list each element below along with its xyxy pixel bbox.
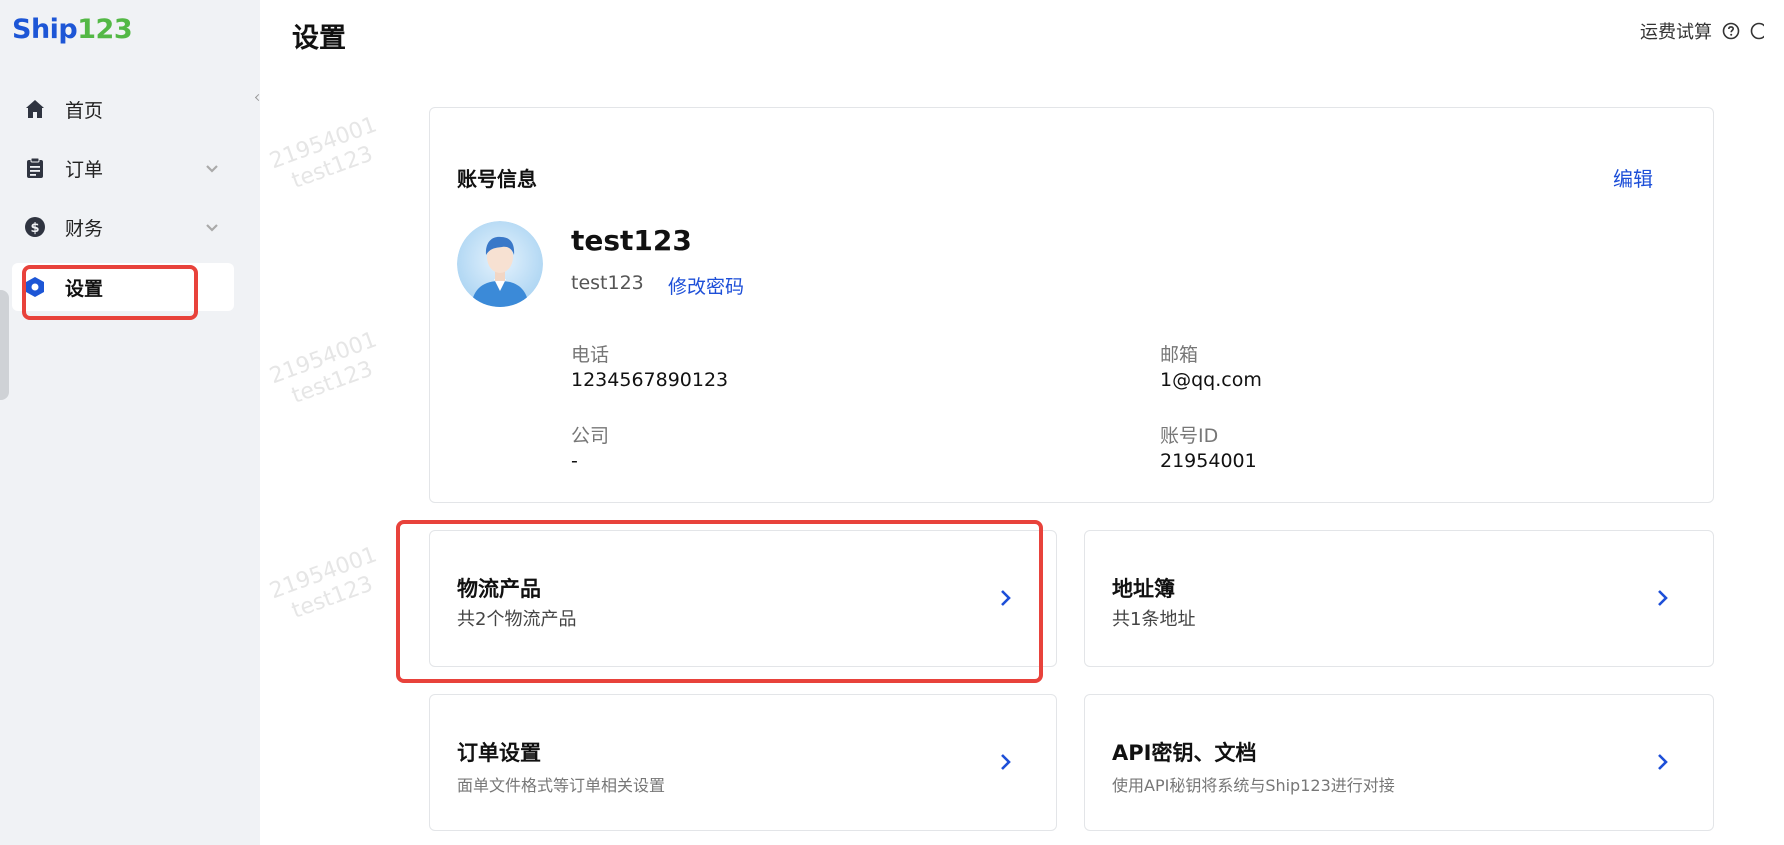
email-label: 邮箱 xyxy=(1160,344,1199,366)
sidebar-item-finance[interactable]: $ 财务 xyxy=(12,203,234,251)
clipboard-icon xyxy=(24,157,46,179)
watermark: 21954001 test123 xyxy=(266,112,389,199)
api-keys-docs-card[interactable]: API密钥、文档 使用API秘钥将系统与Ship123进行对接 xyxy=(1084,694,1714,831)
account-info-title: 账号信息 xyxy=(457,167,537,191)
watermark-id: 21954001 xyxy=(266,327,381,390)
edit-account-link[interactable]: 编辑 xyxy=(1613,163,1653,192)
settings-icon xyxy=(24,276,46,298)
order-settings-desc: 面单文件格式等订单相关设置 xyxy=(457,776,666,795)
order-settings-card[interactable]: 订单设置 面单文件格式等订单相关设置 xyxy=(429,694,1057,831)
ship123-logo[interactable]: Ship123 xyxy=(12,14,133,45)
account-login-name: test123 xyxy=(571,272,644,294)
help-icon[interactable] xyxy=(1722,22,1740,40)
api-keys-docs-title: API密钥、文档 xyxy=(1112,741,1257,765)
account-id-label: 账号ID xyxy=(1160,425,1219,447)
collapse-handle[interactable] xyxy=(0,290,9,400)
company-label: 公司 xyxy=(571,425,610,447)
chevron-down-icon[interactable] xyxy=(202,158,222,178)
sidebar-item-orders[interactable]: 订单 xyxy=(12,144,234,192)
phone-value: 1234567890123 xyxy=(571,369,729,391)
account-id-value: 21954001 xyxy=(1160,450,1257,472)
sidebar-item-label: 设置 xyxy=(65,277,104,300)
sidebar-item-label: 订单 xyxy=(65,158,104,181)
logistics-products-count: 共2个物流产品 xyxy=(457,609,577,630)
email-value: 1@qq.com xyxy=(1160,369,1262,391)
chevron-right-icon[interactable] xyxy=(998,588,1014,608)
sidebar: Ship123 首页 订单 $ 财务 设置 xyxy=(0,0,263,845)
account-info-card: 账号信息 编辑 test123 test123 修改密码 电话 12345678… xyxy=(429,107,1714,503)
api-keys-docs-desc: 使用API秘钥将系统与Ship123进行对接 xyxy=(1112,776,1395,795)
sidebar-item-home[interactable]: 首页 xyxy=(12,85,234,133)
change-password-link[interactable]: 修改密码 xyxy=(668,272,744,299)
info-icon[interactable] xyxy=(1750,22,1764,40)
logistics-products-card[interactable]: 物流产品 共2个物流产品 xyxy=(429,530,1057,667)
watermark: 21954001 test123 xyxy=(266,542,389,629)
watermark-user: test123 xyxy=(288,571,377,624)
logistics-products-title: 物流产品 xyxy=(457,577,541,601)
watermark: 21954001 test123 xyxy=(266,327,389,414)
sidebar-item-settings[interactable]: 设置 xyxy=(12,263,234,311)
watermark-user: test123 xyxy=(288,141,377,194)
watermark-user: test123 xyxy=(288,356,377,409)
sidebar-item-label: 财务 xyxy=(65,217,104,240)
avatar xyxy=(457,221,543,307)
chevron-right-icon[interactable] xyxy=(1655,752,1671,772)
svg-text:$: $ xyxy=(30,221,39,236)
logo-text-ship: Ship xyxy=(12,14,78,45)
order-settings-title: 订单设置 xyxy=(457,741,541,765)
address-book-title: 地址簿 xyxy=(1112,577,1175,601)
home-icon xyxy=(24,98,46,120)
header-actions: 运费试算 xyxy=(1640,18,1764,44)
sidebar-collapse-arrow-icon[interactable] xyxy=(254,93,263,102)
address-book-count: 共1条地址 xyxy=(1112,609,1196,630)
chevron-down-icon[interactable] xyxy=(202,217,222,237)
chevron-right-icon[interactable] xyxy=(998,752,1014,772)
watermark-id: 21954001 xyxy=(266,542,381,605)
company-value: - xyxy=(571,450,578,472)
phone-label: 电话 xyxy=(571,344,610,366)
chevron-right-icon[interactable] xyxy=(1655,588,1671,608)
finance-icon: $ xyxy=(24,216,46,238)
watermark-id: 21954001 xyxy=(266,112,381,175)
page-title: 设置 xyxy=(292,23,346,54)
account-username: test123 xyxy=(571,224,692,257)
address-book-card[interactable]: 地址簿 共1条地址 xyxy=(1084,530,1714,667)
logo-text-num: 123 xyxy=(77,14,133,45)
shipping-calculator-link[interactable]: 运费试算 xyxy=(1640,18,1712,44)
sidebar-item-label: 首页 xyxy=(65,99,104,122)
